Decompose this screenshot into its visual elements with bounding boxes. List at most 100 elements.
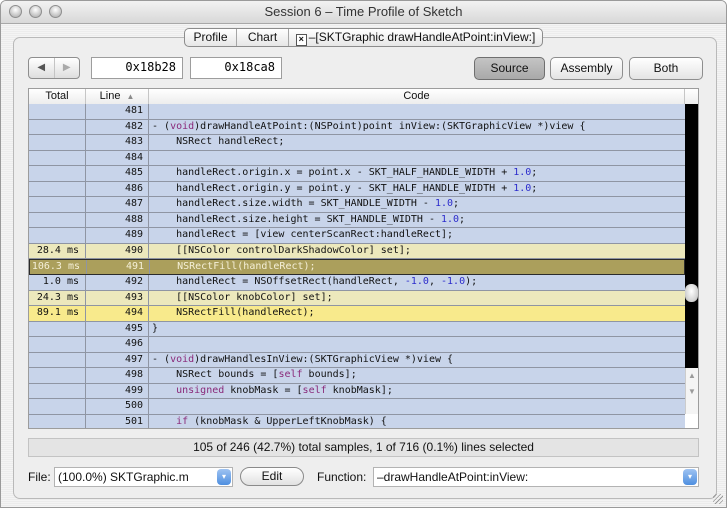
total-time-cell [29, 337, 86, 352]
table-row[interactable]: 482- (void)drawHandleAtPoint:(NSPoint)po… [29, 119, 685, 136]
table-row[interactable]: 28.4 ms 490 [[NSColor controlDarkShadowCo… [29, 243, 685, 260]
table-row[interactable]: 488 handleRect.size.height = SKT_HANDLE_… [29, 212, 685, 229]
code-cell: handleRect.origin.y = point.y - SKT_HALF… [152, 182, 538, 194]
total-time-cell [29, 181, 86, 197]
tab-chart-label: Chart [247, 30, 278, 44]
column-header-total-label: Total [45, 90, 69, 102]
resize-grip-icon[interactable] [713, 494, 723, 504]
table-row[interactable]: 495} [29, 321, 685, 338]
line-number-cell: 487 [86, 197, 149, 212]
total-time-cell [29, 228, 86, 243]
line-number-cell: 481 [86, 104, 149, 119]
total-time-cell [29, 399, 86, 414]
table-row[interactable]: 483 NSRect handleRect; [29, 135, 685, 151]
table-row[interactable]: 484 [29, 150, 685, 167]
tab-chart[interactable]: Chart [237, 29, 289, 46]
table-row[interactable]: 497- (void)drawHandlesInView:(SKTGraphic… [29, 352, 685, 369]
line-number-cell: 495 [86, 321, 149, 337]
line-number-cell: 482 [86, 119, 149, 135]
code-cell [149, 151, 685, 166]
source-view-button[interactable]: Source [474, 57, 545, 80]
keyword-token: self [278, 369, 303, 381]
tab-profile[interactable]: Profile [185, 29, 237, 46]
line-number-cell: 490 [86, 243, 149, 259]
table-row[interactable]: 500 [29, 399, 685, 415]
both-view-button[interactable]: Both [629, 57, 703, 80]
code-cell: } [152, 322, 159, 334]
keyword-token: if [176, 415, 189, 427]
line-number-cell: 485 [86, 166, 149, 181]
number-token: 1.0 [513, 182, 532, 194]
code-cell: if (knobMask & UpperLeftKnobMask) { [176, 415, 387, 427]
vertical-scrollbar-thumb[interactable] [685, 284, 698, 302]
popup-arrow-icon: ▾ [217, 469, 231, 485]
column-header-line-label: Line [99, 90, 121, 102]
line-number-cell: 496 [86, 337, 149, 352]
table-row[interactable]: 24.3 ms 493 [[NSColor knobColor] set]; [29, 290, 685, 307]
code-cell [149, 104, 685, 119]
line-number-cell: 484 [86, 150, 149, 166]
file-label: File: [28, 470, 51, 484]
number-token: -1.0 [441, 276, 466, 288]
code-cell: handleRect.size.height = SKT_HANDLE_WIDT… [152, 213, 466, 225]
line-number-cell: 492 [86, 275, 149, 290]
line-number-cell: 491 [87, 260, 150, 275]
tab-function-source[interactable]: × –[SKTGraphic drawHandleAtPoint:inView:] [289, 29, 542, 46]
end-address-field[interactable]: 0x18ca8 [190, 57, 282, 79]
table-row[interactable]: 486 handleRect.origin.y = point.y - SKT_… [29, 181, 685, 198]
total-time-cell [29, 414, 86, 428]
assembly-view-button[interactable]: Assembly [550, 57, 623, 80]
line-number-cell: 499 [86, 383, 149, 399]
code-cell [149, 337, 685, 352]
table-row[interactable]: 501 if (knobMask & UpperLeftKnobMask) { [29, 414, 685, 428]
line-number-cell: 486 [86, 181, 149, 197]
column-header-line[interactable]: Line ▲ [86, 89, 149, 104]
title-bar[interactable]: Session 6 – Time Profile of Sketch [1, 1, 726, 24]
back-forward-control: ◀ ▶ [28, 57, 80, 79]
code-cell: - (void)drawHandleAtPoint:(NSPoint)point… [152, 120, 586, 132]
total-time-cell: 28.4 ms [29, 243, 86, 259]
code-cell: NSRect bounds = [self bounds]; [152, 369, 357, 381]
function-popup[interactable]: –drawHandleAtPoint:inView: ▾ [373, 467, 699, 487]
column-header-total[interactable]: Total [29, 89, 86, 104]
code-cell: handleRect.size.width = SKT_HANDLE_WIDTH… [152, 198, 460, 210]
column-header-code[interactable]: Code [149, 89, 685, 104]
table-row[interactable]: 498 NSRect bounds = [self bounds]; [29, 368, 685, 384]
table-row[interactable]: 1.0 ms 492 handleRect = NSOffsetRect(hand… [29, 275, 685, 291]
table-row[interactable]: 89.1 ms 494 NSRectFill(handleRect); [29, 306, 685, 322]
keyword-token: self [302, 384, 327, 396]
forward-arrow-icon[interactable]: ▶ [55, 58, 80, 78]
back-arrow-icon[interactable]: ◀ [29, 58, 55, 78]
code-cell: handleRect.origin.x = point.x - SKT_HALF… [152, 167, 538, 179]
number-token: 1.0 [434, 198, 454, 210]
source-table: Total Line ▲ Code 481 482- (void)drawHandl… [28, 88, 699, 429]
file-popup[interactable]: (100.0%) SKTGraphic.m ▾ [54, 467, 233, 487]
line-number-cell: 501 [86, 414, 149, 428]
total-time-cell [29, 383, 86, 399]
start-address-field[interactable]: 0x18b28 [91, 57, 183, 79]
table-rows: 481 482- (void)drawHandleAtPoint:(NSPoint… [29, 104, 685, 428]
number-token: 1.0 [440, 213, 460, 225]
scroll-up-arrow-icon[interactable]: ▲ [686, 368, 698, 384]
keyword-token: void [170, 120, 195, 132]
total-time-cell: 24.3 ms [29, 290, 86, 306]
code-cell: handleRect = NSOffsetRect(handleRect, -1… [152, 276, 478, 288]
close-tab-icon[interactable]: × [295, 34, 307, 46]
line-number-cell: 483 [86, 135, 149, 150]
total-time-cell [29, 212, 86, 228]
code-cell: NSRect handleRect; [152, 136, 285, 148]
line-number-cell: 500 [86, 399, 149, 414]
scroll-down-arrow-icon[interactable]: ▼ [686, 384, 698, 400]
total-time-cell [29, 197, 86, 212]
table-row[interactable]: 487 handleRect.size.width = SKT_HANDLE_W… [29, 197, 685, 213]
table-row[interactable]: 485 handleRect.origin.x = point.x - SKT_… [29, 166, 685, 182]
table-row[interactable]: 499 unsigned knobMask = [self knobMask]; [29, 383, 685, 400]
total-time-cell [29, 321, 86, 337]
table-row[interactable]: 496 [29, 337, 685, 353]
table-row[interactable]: 489 handleRect = [view centerScanRect:ha… [29, 228, 685, 244]
edit-button[interactable]: Edit [240, 467, 304, 486]
total-time-cell [29, 135, 86, 150]
sort-ascending-icon: ▲ [126, 92, 135, 101]
table-row-selected[interactable]: 106.3 ms 491 NSRectFill(handleRect); [29, 259, 685, 276]
table-row[interactable]: 481 [29, 104, 685, 120]
